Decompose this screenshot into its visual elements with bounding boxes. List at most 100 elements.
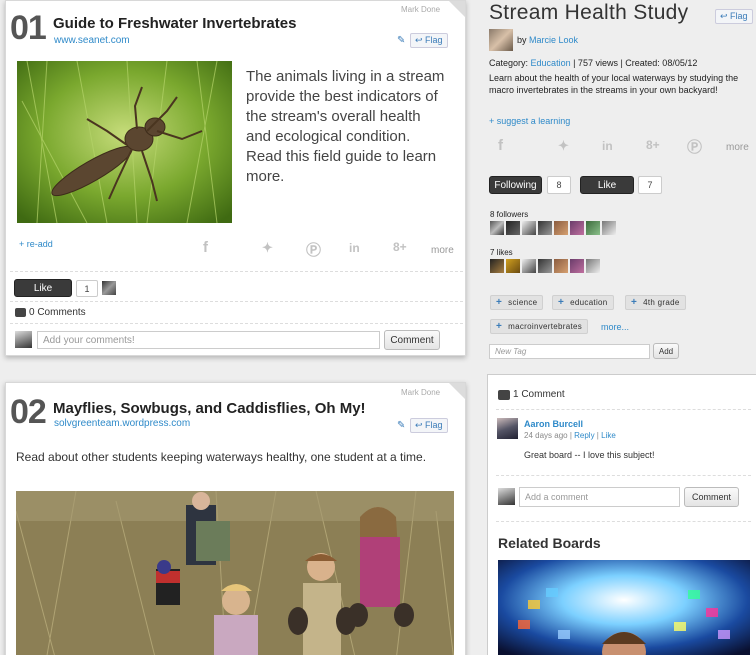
- sidebar-comment-button[interactable]: Comment: [684, 487, 739, 507]
- nymph-photo[interactable]: [17, 61, 232, 223]
- following-count: 8: [547, 176, 571, 194]
- liker-avatar[interactable]: [570, 259, 584, 273]
- card-corner-fold: [449, 383, 465, 399]
- new-tag-placeholder: New Tag: [495, 347, 527, 356]
- pinterest-icon[interactable]: Ⓟ: [687, 136, 702, 157]
- liker-avatar[interactable]: [586, 259, 600, 273]
- tag-label: macroinvertebrates: [508, 322, 583, 331]
- follower-avatar[interactable]: [522, 221, 536, 235]
- like-button[interactable]: Like: [14, 279, 72, 297]
- category-label: Category:: [489, 58, 529, 68]
- liker-avatar[interactable]: [102, 281, 116, 295]
- twitter-icon[interactable]: ✦: [558, 138, 569, 154]
- flag-label: Flag: [730, 11, 748, 21]
- card-description: Read about other students keeping waterw…: [16, 450, 427, 464]
- liker-avatar[interactable]: [554, 259, 568, 273]
- commenter-avatar[interactable]: [497, 418, 518, 439]
- mark-done-button[interactable]: Mark Done: [401, 5, 440, 14]
- follower-avatar[interactable]: [538, 221, 552, 235]
- by-label: by: [517, 35, 527, 45]
- tag-label: education: [570, 298, 608, 307]
- plus-icon: +: [496, 297, 503, 308]
- follower-avatar[interactable]: [570, 221, 584, 235]
- liker-avatar[interactable]: [506, 259, 520, 273]
- facebook-icon[interactable]: f: [498, 137, 503, 154]
- likes-label[interactable]: 7 likes: [490, 248, 513, 257]
- edit-icon[interactable]: ✎: [397, 420, 405, 431]
- flag-label: Flag: [425, 420, 443, 430]
- edit-icon[interactable]: ✎: [397, 35, 405, 46]
- following-button[interactable]: Following: [489, 176, 542, 194]
- comment-count-label: 1 Comment: [513, 389, 565, 400]
- suggest-learning-button[interactable]: + suggest a learning: [489, 116, 570, 126]
- comment-input[interactable]: Add your comments!: [37, 331, 380, 349]
- category-link[interactable]: Education: [531, 58, 571, 68]
- follower-avatar[interactable]: [586, 221, 600, 235]
- board-flag-button[interactable]: ↩ Flag: [715, 9, 753, 24]
- reply-link[interactable]: Reply: [574, 431, 594, 440]
- divider: [496, 409, 751, 410]
- author-link[interactable]: Marcie Look: [529, 35, 578, 45]
- commenter-name[interactable]: Aaron Burcell: [524, 419, 583, 429]
- comment-button[interactable]: Comment: [384, 330, 440, 350]
- facebook-icon[interactable]: f: [203, 239, 208, 256]
- linkedin-icon[interactable]: in: [602, 139, 613, 153]
- author-avatar[interactable]: [489, 29, 513, 51]
- followers-label[interactable]: 8 followers: [490, 210, 528, 219]
- tag-macroinvertebrates[interactable]: + macroinvertebrates: [490, 319, 589, 334]
- liker-avatar[interactable]: [522, 259, 536, 273]
- plus-icon: +: [631, 297, 638, 308]
- tag-science[interactable]: + science: [490, 295, 544, 310]
- card-title[interactable]: Guide to Freshwater Invertebrates: [53, 15, 296, 32]
- likers-avatars: [490, 259, 600, 273]
- card-source-link[interactable]: solvgreenteam.wordpress.com: [54, 418, 190, 429]
- share-more-button[interactable]: more: [726, 142, 749, 153]
- flag-button[interactable]: ↩ Flag: [410, 418, 448, 433]
- speech-bubble-icon: [15, 308, 26, 317]
- liker-avatar[interactable]: [538, 259, 552, 273]
- share-more-button[interactable]: more: [431, 245, 454, 256]
- re-add-button[interactable]: + re-add: [19, 239, 53, 249]
- plus-icon: +: [496, 321, 503, 332]
- board-title: Stream Health Study: [489, 1, 689, 24]
- comment-count-row: 1 Comment: [498, 389, 565, 400]
- google-plus-icon[interactable]: 8+: [393, 240, 407, 254]
- pinterest-icon[interactable]: Ⓟ: [306, 239, 321, 260]
- card-title[interactable]: Mayflies, Sowbugs, and Caddisflies, Oh M…: [53, 400, 366, 417]
- board-stats: | 757 views | Created: 08/05/12: [573, 58, 698, 68]
- board-like-count: 7: [638, 176, 662, 194]
- comments-count[interactable]: 0 Comments: [15, 307, 86, 318]
- students-photo[interactable]: [16, 491, 454, 655]
- tag-4th-grade[interactable]: +4th grade: [625, 295, 686, 310]
- divider: [10, 323, 463, 324]
- related-board-thumbnail[interactable]: [498, 560, 750, 655]
- comment-like-link[interactable]: Like: [601, 431, 616, 440]
- mark-done-button[interactable]: Mark Done: [401, 388, 440, 397]
- comment-time: 24 days ago: [524, 431, 568, 440]
- followers-avatars: [490, 221, 616, 235]
- follower-avatar[interactable]: [506, 221, 520, 235]
- flag-button[interactable]: ↩ Flag: [410, 33, 448, 48]
- board-like-button[interactable]: Like: [580, 176, 634, 194]
- speech-bubble-icon: [498, 389, 510, 400]
- user-avatar: [15, 331, 32, 348]
- flag-label: Flag: [425, 35, 443, 45]
- google-plus-icon[interactable]: 8+: [646, 138, 660, 152]
- divider: [10, 271, 463, 272]
- new-tag-input[interactable]: New Tag: [489, 344, 650, 359]
- tags-more-link[interactable]: more...: [601, 322, 629, 332]
- tag-education[interactable]: + education: [552, 295, 614, 310]
- add-comment-input[interactable]: Add a comment: [519, 487, 680, 507]
- board-comments-panel: 1 Comment Aaron Burcell 24 days ago | Re…: [487, 374, 756, 655]
- follower-avatar[interactable]: [554, 221, 568, 235]
- add-tag-button[interactable]: Add: [653, 343, 679, 359]
- follower-avatar[interactable]: [602, 221, 616, 235]
- card-source-link[interactable]: www.seanet.com: [54, 35, 130, 46]
- comment-text: Great board -- I love this subject!: [524, 450, 655, 460]
- linkedin-icon[interactable]: in: [349, 241, 360, 255]
- twitter-icon[interactable]: ✦: [262, 240, 273, 256]
- follower-avatar[interactable]: [490, 221, 504, 235]
- liker-avatar[interactable]: [490, 259, 504, 273]
- like-count: 1: [76, 280, 98, 297]
- divider: [496, 521, 751, 522]
